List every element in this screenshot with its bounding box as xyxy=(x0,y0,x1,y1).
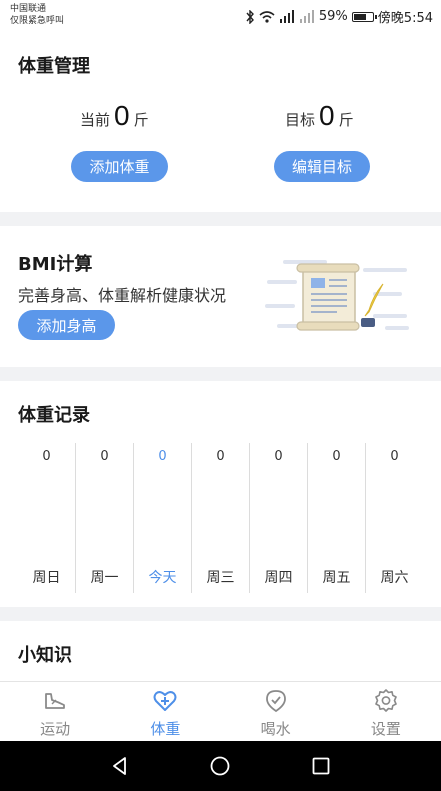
wifi-icon xyxy=(259,11,275,23)
day-column[interactable]: 0 周三 xyxy=(192,443,250,593)
day-label: 周六 xyxy=(380,570,409,586)
current-value: 0 xyxy=(114,100,130,131)
nav-label: 运动 xyxy=(40,720,71,738)
gear-icon xyxy=(375,689,397,712)
day-column-today[interactable]: 0 今天 xyxy=(134,443,192,593)
weight-record-days: 0 周日 0 周一 0 今天 0 周三 0 周四 0 周五 0 周六 xyxy=(18,443,423,593)
current-label: 当前 xyxy=(80,111,111,129)
system-nav-bar xyxy=(0,741,441,791)
target-weight: 目标 0 斤 xyxy=(285,100,354,132)
clock: 傍晚5:54 xyxy=(377,11,433,26)
heart-plus-icon xyxy=(153,691,177,711)
target-label: 目标 xyxy=(285,111,316,129)
nav-item-exercise[interactable]: 运动 xyxy=(0,682,110,742)
carrier-name: 中国联通 xyxy=(10,4,47,14)
weight-record-title: 体重记录 xyxy=(18,405,90,426)
target-unit: 斤 xyxy=(338,111,354,129)
home-icon[interactable] xyxy=(209,755,231,777)
weight-record-card: 体重记录 0 周日 0 周一 0 今天 0 周三 0 周四 0 周五 0 周六 xyxy=(0,381,441,607)
add-weight-button[interactable]: 添加体重 xyxy=(71,151,168,182)
water-drop-check-icon xyxy=(265,690,286,713)
signal-icon xyxy=(279,10,294,23)
battery-icon xyxy=(351,11,377,22)
day-value: 0 xyxy=(100,449,109,464)
day-column[interactable]: 0 周五 xyxy=(308,443,366,593)
weight-management-title: 体重管理 xyxy=(18,56,90,77)
bluetooth-icon xyxy=(246,9,254,24)
nav-label: 设置 xyxy=(370,720,401,738)
weight-management-card: 体重管理 当前 0 斤 目标 0 斤 添加体重 编辑目标 xyxy=(0,34,441,212)
day-column[interactable]: 0 周日 xyxy=(18,443,76,593)
nav-item-settings[interactable]: 设置 xyxy=(331,682,441,742)
nav-label: 体重 xyxy=(150,720,181,738)
current-unit: 斤 xyxy=(133,111,149,129)
day-label: 周一 xyxy=(90,570,119,586)
day-label: 周五 xyxy=(322,570,351,586)
day-value: 0 xyxy=(216,449,225,464)
day-column[interactable]: 0 周六 xyxy=(366,443,423,593)
carrier-info: 中国联通 仅限紧急呼叫 xyxy=(10,3,64,27)
day-value: 0 xyxy=(332,449,341,464)
status-bar: 中国联通 仅限紧急呼叫 59% 傍晚5:54 xyxy=(0,0,441,34)
carrier-status: 仅限紧急呼叫 xyxy=(10,16,65,26)
day-value: 0 xyxy=(390,449,399,464)
bmi-subtitle: 完善身高、体重解析健康状况 xyxy=(18,286,227,305)
bmi-title: BMI计算 xyxy=(18,254,93,275)
day-column[interactable]: 0 周一 xyxy=(76,443,134,593)
tips-card: 小知识 xyxy=(0,621,441,681)
nav-item-water[interactable]: 喝水 xyxy=(221,682,331,742)
day-label: 周三 xyxy=(206,570,235,586)
day-label: 今天 xyxy=(148,570,177,586)
current-weight: 当前 0 斤 xyxy=(80,100,149,132)
add-height-button[interactable]: 添加身高 xyxy=(18,310,115,340)
nav-label: 喝水 xyxy=(260,720,291,738)
day-value: 0 xyxy=(274,449,283,464)
document-illustration-icon xyxy=(265,260,409,331)
edit-target-button[interactable]: 编辑目标 xyxy=(274,151,370,182)
bottom-nav: 运动 体重 喝水 设置 xyxy=(0,681,441,742)
shoe-icon xyxy=(45,693,66,709)
recents-icon[interactable] xyxy=(310,755,332,777)
day-column[interactable]: 0 周四 xyxy=(250,443,308,593)
signal-empty-icon xyxy=(299,10,314,23)
battery-percent: 59% xyxy=(318,9,348,24)
back-icon[interactable] xyxy=(109,755,131,777)
bmi-card[interactable]: BMI计算 完善身高、体重解析健康状况 添加身高 xyxy=(0,226,441,367)
day-label: 周四 xyxy=(264,570,293,586)
day-value: 0 xyxy=(42,449,51,464)
nav-item-weight[interactable]: 体重 xyxy=(110,682,220,742)
tips-title: 小知识 xyxy=(18,645,72,666)
target-value: 0 xyxy=(319,100,335,131)
day-label: 周日 xyxy=(32,570,61,586)
day-value: 0 xyxy=(158,449,167,464)
status-indicators: 59% 傍晚5:54 xyxy=(245,7,433,26)
